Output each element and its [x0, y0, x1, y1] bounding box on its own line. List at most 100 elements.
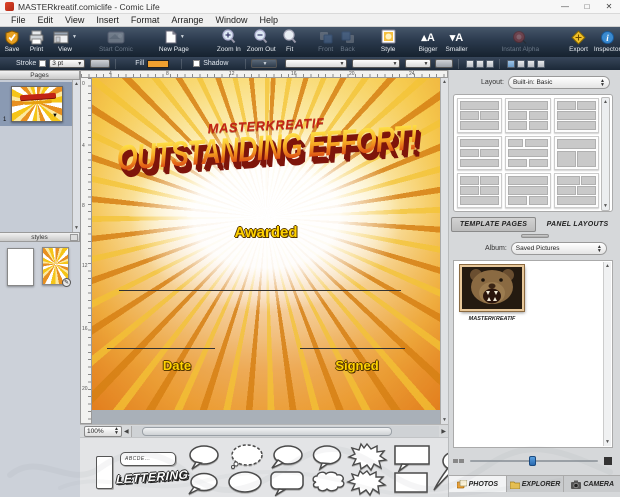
pages-scrollbar[interactable]: ▲ ▼ [72, 80, 80, 232]
text-color-well[interactable] [435, 59, 454, 68]
style-thumbnail-burst[interactable]: ✎ [42, 247, 71, 287]
speech-oval-low-balloon[interactable] [184, 470, 222, 497]
wide-oval-balloon[interactable] [224, 470, 266, 497]
tab-panel-layouts[interactable]: PANEL LAYOUTS [536, 217, 619, 232]
stroke-color-well[interactable] [90, 59, 111, 68]
layout-thumbnail[interactable] [505, 173, 551, 208]
stroke-checkbox[interactable] [39, 60, 47, 67]
bold-button[interactable] [466, 59, 475, 68]
shadow-checkbox[interactable] [193, 60, 201, 67]
new-page-button[interactable]: ▼ New Page [159, 27, 189, 57]
print-button[interactable]: Print [28, 27, 45, 57]
scroll-down-icon[interactable]: ▼ [602, 202, 609, 210]
zoom-in-button[interactable]: Zoom In [217, 27, 241, 57]
signed-line[interactable] [300, 348, 405, 349]
menu-arrange[interactable]: Arrange [165, 15, 209, 25]
layout-scrollbar[interactable]: ▲ ▼ [601, 97, 610, 211]
canvas-vertical-scrollbar[interactable]: ▲ ▼ [440, 78, 448, 424]
name-line[interactable] [119, 290, 401, 291]
style-button[interactable]: Style [380, 27, 397, 57]
panel-splitter-handle[interactable] [521, 234, 549, 238]
page-thumbnail[interactable]: ▼ [11, 86, 63, 122]
layout-thumbnail[interactable] [505, 98, 551, 133]
scroll-left-icon[interactable]: ◀ [122, 428, 131, 435]
lettering-tool[interactable]: LETTERING [116, 467, 189, 486]
zoom-out-button[interactable]: Zoom Out [247, 27, 276, 57]
shadow-style-dropdown[interactable]: ▼ [251, 59, 278, 68]
tab-camera[interactable]: CAMERA [564, 476, 620, 492]
align-justify-button[interactable] [537, 59, 546, 68]
menu-help[interactable]: Help [253, 15, 284, 25]
close-icon[interactable]: ✕ [598, 0, 620, 14]
burst-balloon-2[interactable] [346, 469, 388, 497]
italic-button[interactable] [476, 59, 485, 68]
signed-label[interactable]: Signed [302, 358, 412, 373]
scroll-right-icon[interactable]: ▶ [439, 428, 448, 435]
layout-thumbnail[interactable] [553, 173, 599, 208]
scroll-down-icon[interactable]: ▼ [73, 224, 80, 232]
scroll-down-icon[interactable]: ▼ [441, 416, 448, 424]
tab-template-pages[interactable]: TEMPLATE PAGES [451, 217, 536, 232]
layout-thumbnail[interactable] [457, 98, 503, 133]
font-style-dropdown[interactable]: ▼ [352, 59, 401, 68]
layout-thumbnail[interactable] [553, 98, 599, 133]
save-button[interactable]: Save [4, 27, 20, 57]
bear-photo-thumbnail[interactable] [459, 264, 525, 312]
align-right-button[interactable] [527, 59, 536, 68]
page-row-selected[interactable]: ▼ 1 [0, 82, 72, 126]
caption-box-tool[interactable]: ABCDE... [120, 452, 176, 466]
style-thumbnail-blank[interactable] [7, 248, 34, 286]
menu-format[interactable]: Format [125, 15, 166, 25]
maximize-icon[interactable]: □ [576, 0, 598, 14]
font-size-dropdown[interactable]: ▼ [405, 59, 432, 68]
fit-button[interactable]: Fit [282, 27, 298, 57]
cloud-balloon[interactable] [308, 470, 348, 497]
layout-thumbnail[interactable] [553, 135, 599, 171]
menu-insert[interactable]: Insert [90, 15, 125, 25]
underline-button[interactable] [486, 59, 495, 68]
export-button[interactable]: Export [569, 27, 588, 57]
menu-view[interactable]: View [59, 15, 90, 25]
menu-edit[interactable]: Edit [32, 15, 60, 25]
smaller-button[interactable]: ▾A Smaller [445, 27, 467, 57]
edit-pencil-icon[interactable]: ✎ [62, 278, 71, 287]
inspector-button[interactable]: i Inspector [594, 27, 620, 57]
page-flag-icon[interactable]: ▼ [52, 113, 58, 119]
scroll-down-icon[interactable]: ▼ [604, 438, 611, 446]
album-dropdown[interactable]: Saved Pictures ▲ ▼ [510, 242, 607, 255]
canvas-horizontal-scrollbar[interactable] [130, 425, 440, 437]
minimize-icon[interactable]: — [554, 0, 576, 14]
styles-menu-button[interactable] [70, 234, 78, 241]
rect-balloon-plain[interactable] [392, 471, 430, 497]
awarded-label[interactable]: Awarded [92, 224, 440, 241]
album-scrollbar[interactable]: ▲ ▼ [603, 262, 611, 446]
scroll-up-icon[interactable]: ▲ [604, 262, 611, 270]
menu-window[interactable]: Window [209, 15, 253, 25]
menu-file[interactable]: File [5, 15, 32, 25]
slider-track[interactable] [470, 456, 598, 466]
layout-dropdown[interactable]: Built-in: Basic ▲ ▼ [507, 76, 610, 89]
layout-thumbnail[interactable] [457, 135, 503, 171]
tab-photos[interactable]: PHOTOS [449, 476, 507, 492]
bigger-button[interactable]: ▴A Bigger [419, 27, 438, 57]
scroll-up-icon[interactable]: ▲ [441, 78, 448, 86]
scroll-up-icon[interactable]: ▲ [602, 98, 609, 106]
layout-thumbnail[interactable] [505, 135, 551, 171]
tab-explorer[interactable]: EXPLORER [507, 476, 565, 492]
stroke-width-dropdown[interactable]: 3 pt ▼ [49, 59, 86, 68]
roundrect-balloon[interactable] [268, 470, 306, 497]
date-line[interactable] [107, 348, 215, 349]
date-label[interactable]: Date [122, 358, 232, 373]
panel-tool[interactable] [96, 456, 113, 489]
scroll-up-icon[interactable]: ▲ [73, 80, 80, 88]
view-button[interactable]: ▼ View [53, 27, 77, 57]
font-family-dropdown[interactable]: ▼ [285, 59, 348, 68]
zoom-level-stepper[interactable]: 100% ▲ ▼ [84, 425, 122, 437]
align-left-button[interactable] [507, 59, 516, 68]
scrollbar-thumb[interactable] [141, 426, 392, 436]
certificate-page[interactable]: MASTERKREATIF OUTSTANDING EFFORT! OUTSTA… [92, 78, 440, 410]
align-center-button[interactable] [517, 59, 526, 68]
slider-thumb[interactable] [528, 456, 536, 466]
fill-color-well[interactable] [147, 59, 170, 68]
thumbnail-size-slider[interactable] [453, 454, 613, 468]
